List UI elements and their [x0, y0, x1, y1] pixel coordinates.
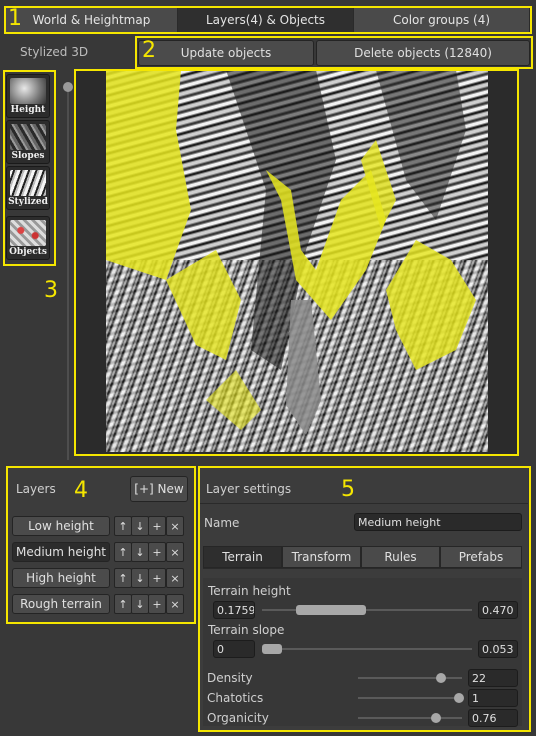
view-mode-title: Stylized 3D — [20, 45, 89, 59]
annotation-number-5: 5 — [341, 477, 355, 502]
annotation-number-3: 3 — [44, 278, 58, 303]
annotation-box-1 — [4, 6, 532, 34]
annotation-number-1: 1 — [8, 6, 22, 31]
annotation-number-2: 2 — [142, 38, 156, 63]
zoom-slider-handle[interactable] — [63, 82, 73, 92]
zoom-slider-track[interactable] — [67, 88, 69, 460]
annotation-box-2 — [135, 36, 533, 69]
annotation-box-3 — [3, 70, 56, 266]
annotation-number-4: 4 — [74, 478, 88, 503]
annotation-box-4 — [6, 466, 196, 624]
annotation-box-5 — [198, 466, 531, 732]
viewport-frame — [74, 69, 519, 456]
